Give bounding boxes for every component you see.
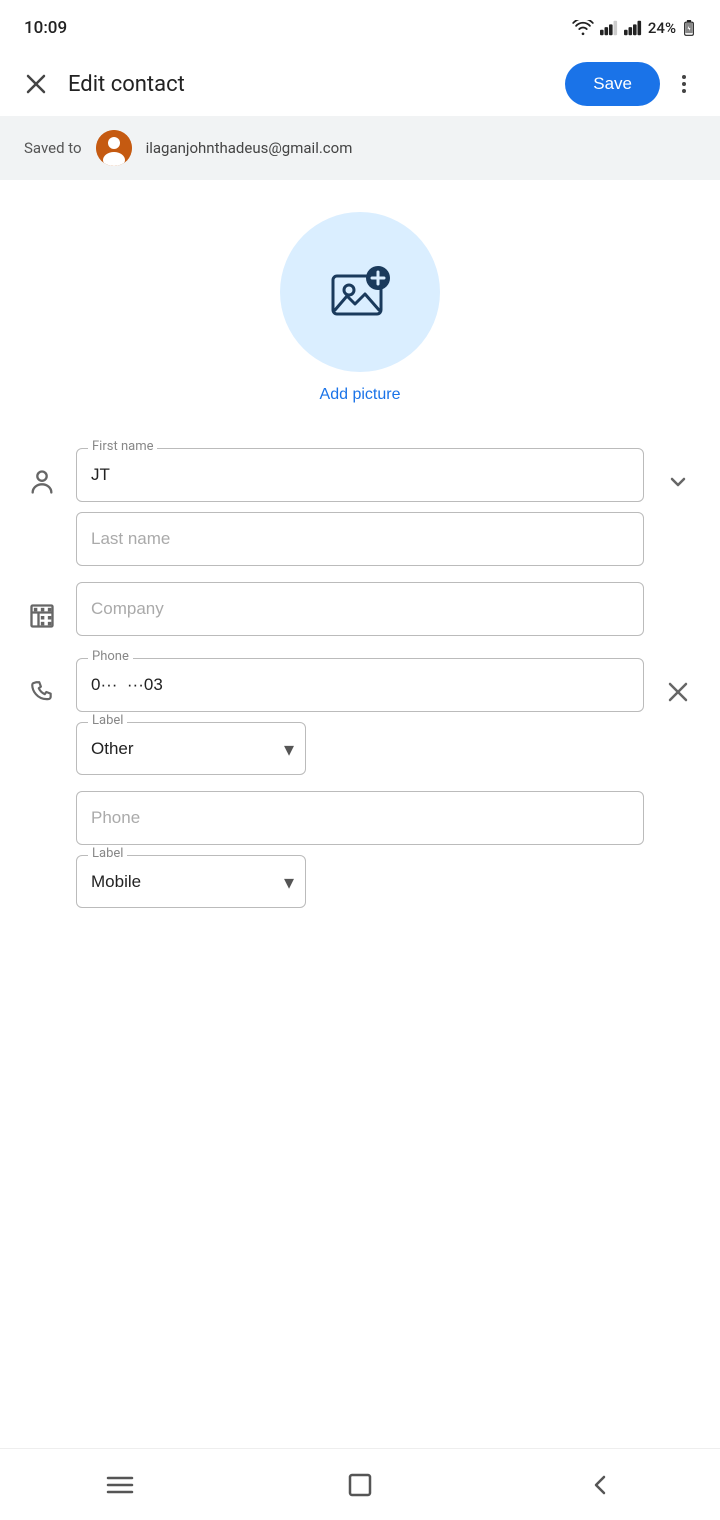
person-icon-area bbox=[20, 448, 64, 508]
label-dropdown-2: Label Mobile Home Work Other Custom ▾ bbox=[76, 855, 306, 908]
phone-icon-area bbox=[20, 658, 64, 718]
label-2-heading: Label bbox=[88, 846, 127, 861]
more-button[interactable] bbox=[664, 64, 704, 104]
company-icon-area bbox=[20, 582, 64, 642]
remove-phone-1-button[interactable] bbox=[656, 658, 700, 718]
first-name-input[interactable] bbox=[76, 448, 644, 502]
phone-fields-2: Label Mobile Home Work Other Custom ▾ bbox=[76, 791, 644, 908]
label-dropdown-1: Label Mobile Home Work Other Custom ▾ bbox=[76, 722, 306, 775]
company-action bbox=[656, 582, 700, 642]
phone-label-1: Phone bbox=[88, 649, 133, 664]
company-field bbox=[76, 582, 644, 636]
nav-back-button[interactable] bbox=[570, 1455, 630, 1515]
last-name-field bbox=[76, 512, 644, 566]
company-row bbox=[0, 574, 720, 650]
saved-email: ilaganjohnthadeus@gmail.com bbox=[146, 139, 353, 157]
bottom-nav bbox=[0, 1448, 720, 1520]
back-icon bbox=[587, 1472, 613, 1498]
phone-2-action bbox=[656, 791, 700, 851]
company-input[interactable] bbox=[76, 582, 644, 636]
nav-menu-button[interactable] bbox=[90, 1455, 150, 1515]
form-section: First name bbox=[0, 424, 720, 996]
phone-row-2: Label Mobile Home Work Other Custom ▾ bbox=[0, 783, 720, 916]
label-1-heading: Label bbox=[88, 713, 127, 728]
avatar bbox=[96, 130, 132, 166]
saved-to-label: Saved to bbox=[24, 139, 82, 157]
status-icons: 24% bbox=[572, 19, 696, 37]
add-picture-button[interactable]: Add picture bbox=[320, 386, 401, 404]
phone-input-2[interactable] bbox=[76, 791, 644, 845]
add-photo-icon bbox=[325, 260, 395, 324]
home-icon bbox=[347, 1472, 373, 1498]
save-button[interactable]: Save bbox=[565, 62, 660, 106]
first-name-label: First name bbox=[88, 439, 157, 454]
menu-icon bbox=[106, 1474, 134, 1496]
phone-input-1[interactable] bbox=[76, 658, 644, 712]
saved-banner: Saved to ilaganjohnthadeus@gmail.com bbox=[0, 116, 720, 180]
name-fields: First name bbox=[76, 448, 644, 566]
first-name-field: First name bbox=[76, 448, 644, 502]
company-fields bbox=[76, 582, 644, 636]
app-bar: Edit contact Save bbox=[0, 52, 720, 116]
phone-field-2 bbox=[76, 791, 644, 845]
signal2-icon bbox=[624, 20, 642, 36]
photo-section: Add picture bbox=[0, 180, 720, 424]
expand-name-button[interactable] bbox=[656, 448, 700, 508]
phone-icon bbox=[29, 679, 55, 705]
page-title: Edit contact bbox=[56, 72, 565, 97]
photo-circle[interactable] bbox=[280, 212, 440, 372]
wifi-icon bbox=[572, 20, 594, 36]
nav-home-button[interactable] bbox=[330, 1455, 390, 1515]
last-name-input[interactable] bbox=[76, 512, 644, 566]
signal-icon bbox=[600, 20, 618, 36]
label-select-1[interactable]: Mobile Home Work Other Custom bbox=[76, 722, 306, 775]
battery-text: 24% bbox=[648, 19, 676, 37]
status-bar: 10:09 24% bbox=[0, 0, 720, 52]
person-icon bbox=[28, 468, 56, 496]
status-time: 10:09 bbox=[24, 18, 67, 38]
phone-field-1: Phone bbox=[76, 658, 644, 712]
battery-icon bbox=[682, 20, 696, 36]
close-button[interactable] bbox=[16, 64, 56, 104]
label-select-2[interactable]: Mobile Home Work Other Custom bbox=[76, 855, 306, 908]
company-icon bbox=[28, 602, 56, 630]
phone-fields-1: Phone Label Mobile Home Work Other Custo… bbox=[76, 658, 644, 775]
name-row: First name bbox=[0, 440, 720, 574]
phone-row-1: Phone Label Mobile Home Work Other Custo… bbox=[0, 650, 720, 783]
